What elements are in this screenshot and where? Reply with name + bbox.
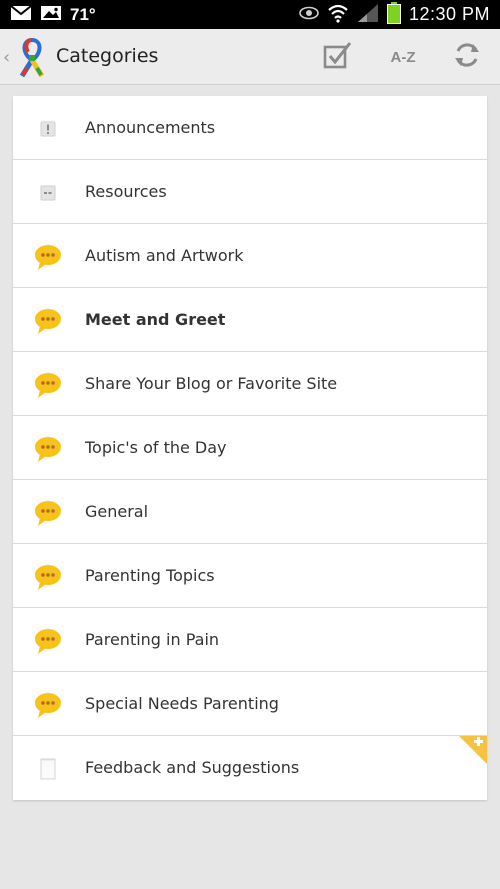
new-post-corner-badge	[459, 736, 487, 764]
category-row-announcements[interactable]: Announcements	[13, 96, 487, 160]
chat-bubble-icon	[33, 562, 63, 592]
battery-icon	[386, 1, 401, 28]
category-row-share-your-blog[interactable]: Share Your Blog or Favorite Site	[13, 352, 487, 416]
sort-az-button[interactable]: A-Z	[384, 41, 422, 73]
category-label: Autism and Artwork	[85, 246, 244, 265]
signal-icon	[357, 3, 379, 27]
temperature: 71°	[70, 4, 96, 24]
image-icon	[40, 5, 62, 25]
category-label: Special Needs Parenting	[85, 694, 279, 713]
category-row-autism-and-artwork[interactable]: Autism and Artwork	[13, 224, 487, 288]
mail-icon	[10, 4, 32, 25]
category-list: Announcements Resources Autism and Artwo…	[13, 96, 487, 800]
category-row-special-needs-parenting[interactable]: Special Needs Parenting	[13, 672, 487, 736]
eye-icon	[299, 5, 319, 24]
chat-bubble-icon	[33, 690, 63, 720]
back-chevron-icon[interactable]: ‹	[3, 47, 10, 68]
clock: 12:30 PM	[408, 4, 490, 24]
category-label: Parenting Topics	[85, 566, 215, 585]
category-label: Parenting in Pain	[85, 630, 220, 649]
resources-icon	[33, 178, 63, 208]
chat-bubble-icon	[33, 498, 63, 528]
category-label: Feedback and Suggestions	[85, 758, 300, 777]
refresh-icon	[452, 40, 482, 74]
note-page-icon	[33, 754, 63, 784]
category-row-resources[interactable]: Resources	[13, 160, 487, 224]
mark-read-button[interactable]	[321, 41, 355, 73]
category-label: Announcements	[85, 118, 216, 137]
refresh-button[interactable]	[450, 41, 484, 73]
status-bar: 71° 12:30 PM	[0, 0, 500, 29]
status-bar-right: 12:30 PM	[299, 1, 490, 28]
category-row-general[interactable]: General	[13, 480, 487, 544]
chat-bubble-icon	[33, 626, 63, 656]
chat-bubble-icon	[33, 306, 63, 336]
autism-ribbon-logo[interactable]	[16, 36, 48, 80]
mark-read-check-icon	[323, 41, 353, 73]
page-title: Categories	[56, 45, 159, 67]
action-bar: ‹ Categories A-Z	[0, 29, 500, 85]
category-row-parenting-in-pain[interactable]: Parenting in Pain	[13, 608, 487, 672]
category-row-topics-of-the-day[interactable]: Topic's of the Day	[13, 416, 487, 480]
wifi-icon	[327, 3, 349, 27]
category-row-meet-and-greet[interactable]: Meet and Greet	[13, 288, 487, 352]
chat-bubble-icon	[33, 370, 63, 400]
announcement-icon	[33, 114, 63, 144]
category-label: Meet and Greet	[85, 310, 226, 329]
category-label: Resources	[85, 182, 167, 201]
chat-bubble-icon	[33, 242, 63, 272]
category-label: General	[85, 502, 149, 521]
category-row-parenting-topics[interactable]: Parenting Topics	[13, 544, 487, 608]
status-bar-left: 71°	[10, 4, 96, 25]
category-label: Share Your Blog or Favorite Site	[85, 374, 338, 393]
chat-bubble-icon	[33, 434, 63, 464]
category-label: Topic's of the Day	[85, 438, 227, 457]
category-row-feedback-and-suggestions[interactable]: Feedback and Suggestions	[13, 736, 487, 800]
